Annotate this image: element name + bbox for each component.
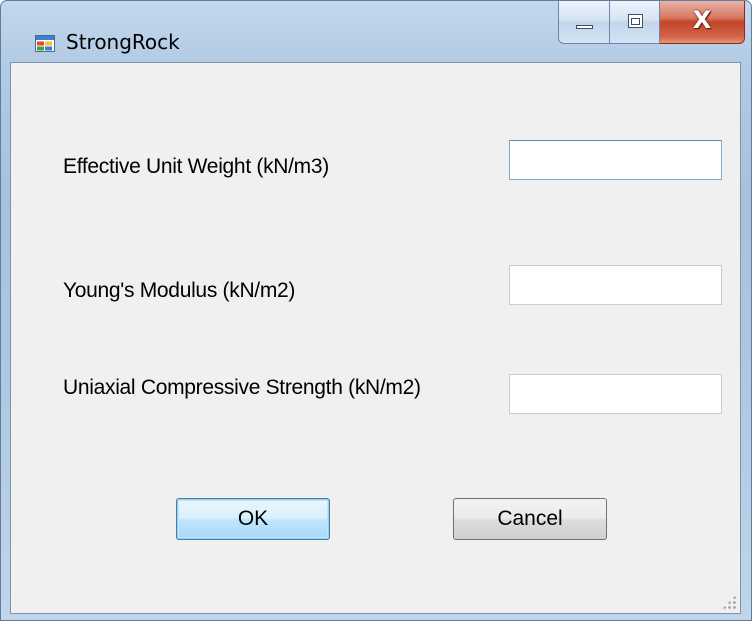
resize-grip[interactable] [722, 595, 736, 609]
close-button[interactable]: X [660, 1, 745, 44]
uniaxial-compressive-strength-label: Uniaxial Compressive Strength (kN/m2) [63, 376, 421, 399]
effective-unit-weight-input[interactable] [509, 140, 722, 180]
cancel-button[interactable]: Cancel [453, 498, 607, 540]
minimize-button[interactable] [558, 1, 610, 44]
title-bar[interactable]: StrongRock X [1, 1, 751, 63]
youngs-modulus-input[interactable] [509, 265, 722, 305]
maximize-button[interactable] [610, 1, 660, 44]
caption-buttons: X [558, 1, 745, 45]
youngs-modulus-label: Young's Modulus (kN/m2) [63, 279, 296, 302]
effective-unit-weight-label: Effective Unit Weight (kN/m3) [63, 155, 329, 178]
uniaxial-compressive-strength-input[interactable] [509, 374, 722, 414]
application-window-icon [35, 35, 55, 52]
dialog-window: StrongRock X Effective Unit Weight (kN/m… [0, 0, 752, 621]
maximize-icon [628, 14, 643, 28]
dialog-client-area: Effective Unit Weight (kN/m3) Young's Mo… [10, 62, 741, 614]
minimize-icon [576, 25, 593, 29]
ok-button[interactable]: OK [176, 498, 330, 540]
window-title: StrongRock [66, 30, 180, 54]
close-icon: X [692, 6, 712, 34]
